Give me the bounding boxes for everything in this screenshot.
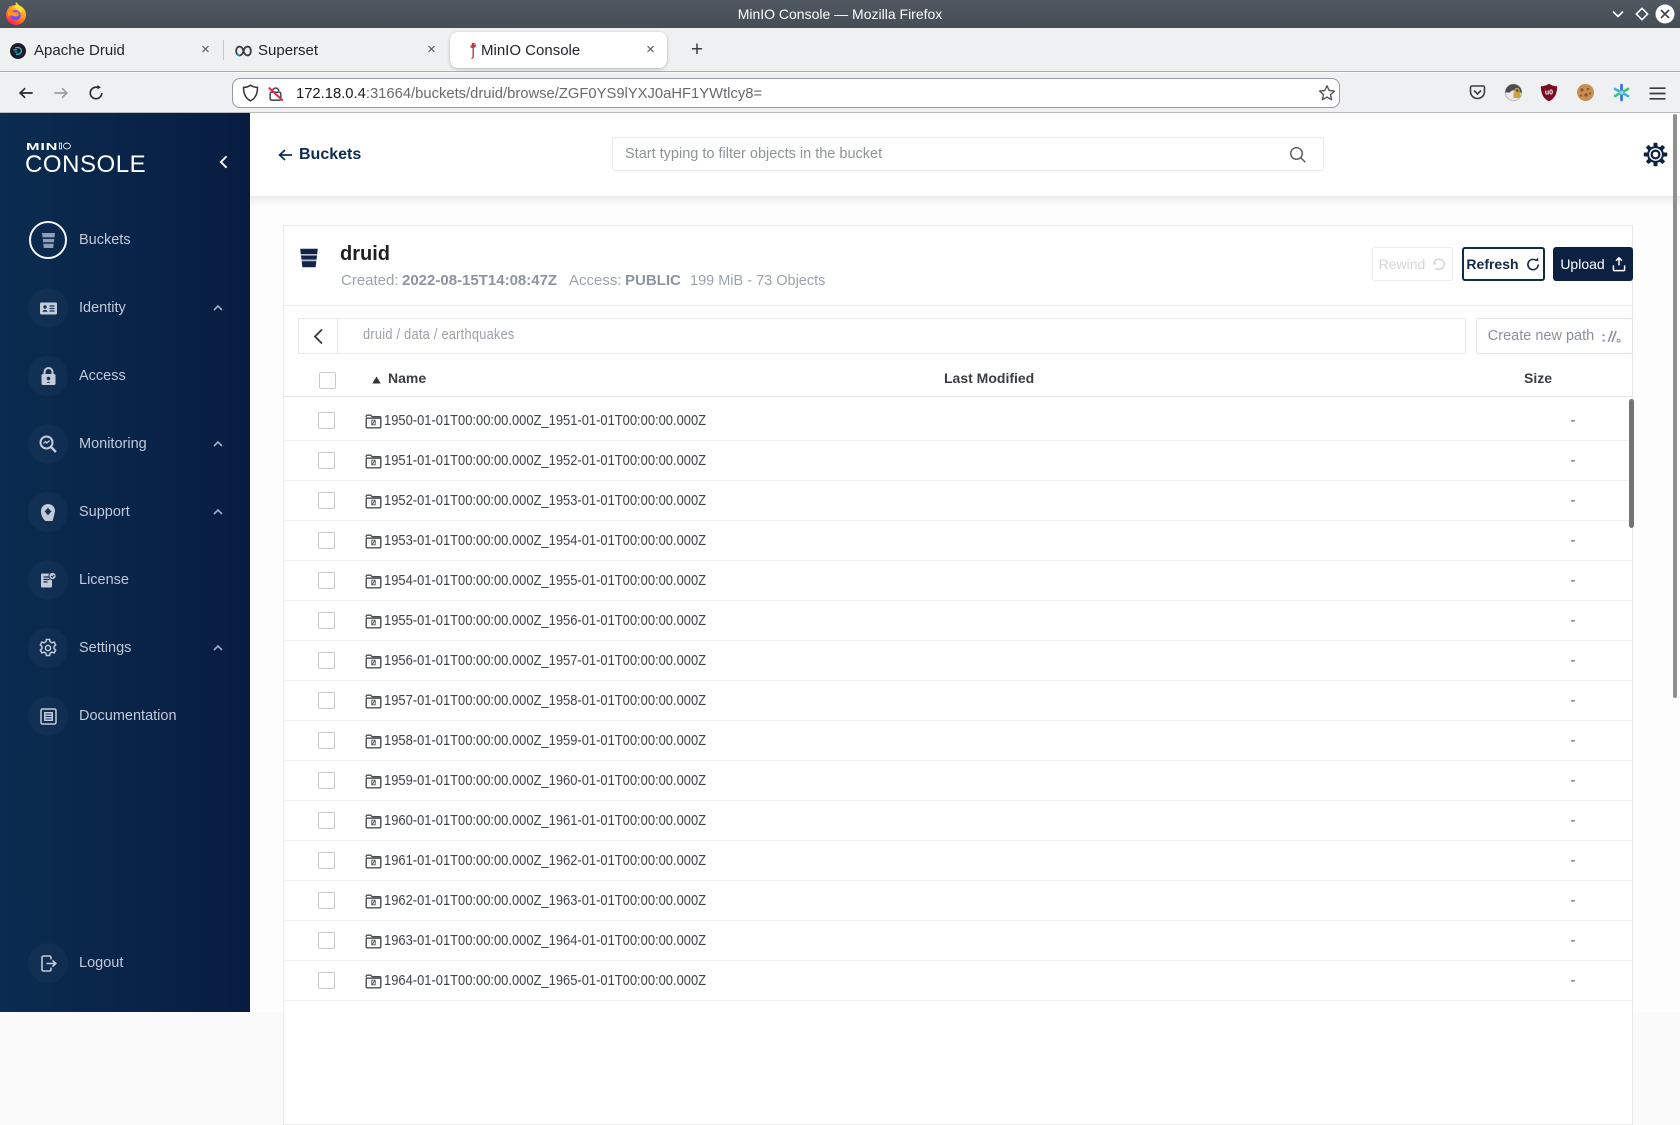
- svg-text:u0: u0: [1545, 90, 1553, 97]
